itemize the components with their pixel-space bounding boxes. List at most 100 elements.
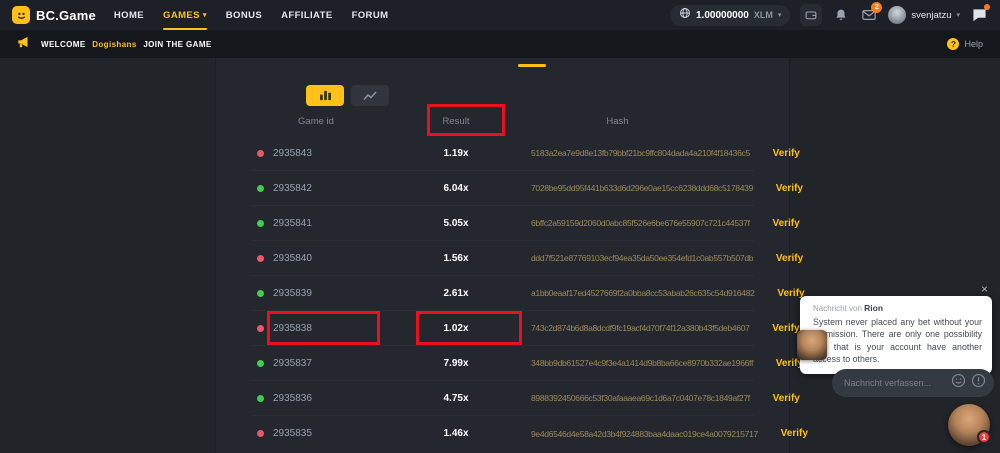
- header-result: Result: [381, 116, 531, 127]
- balance-selector[interactable]: 1.00000000 XLM ▾: [670, 5, 790, 26]
- chat-input-bar: [832, 369, 994, 397]
- result-value: 4.75x: [381, 393, 531, 404]
- main-nav: HOME GAMES▾ BONUS AFFILIATE FORUM: [114, 0, 388, 30]
- verify-button[interactable]: Verify: [753, 183, 803, 194]
- result-dot: [257, 255, 264, 262]
- result-dot: [257, 430, 264, 437]
- view-toggles: [306, 85, 389, 106]
- bets-table: Game id Result Hash 2935843 1.19x 5183a2…: [251, 106, 754, 453]
- table-row: 2935836 4.75x 8988392450666c53f30afaaaea…: [251, 381, 754, 416]
- trend-toggle[interactable]: [351, 85, 389, 106]
- user-menu[interactable]: svenjatzu ▾: [888, 6, 960, 24]
- table-header: Game id Result Hash: [251, 106, 754, 136]
- announcement-suffix: JOIN THE GAME: [143, 40, 211, 49]
- chevron-down-icon: ▾: [956, 11, 960, 19]
- announcement-text: WELCOME Dogishans JOIN THE GAME: [41, 40, 212, 49]
- game-id: 2935842: [273, 183, 312, 194]
- result-value: 6.04x: [381, 183, 531, 194]
- verify-button[interactable]: Verify: [758, 428, 808, 439]
- header-hash: Hash: [531, 116, 704, 127]
- chat-notification-dot: [984, 4, 990, 10]
- close-icon[interactable]: ×: [981, 283, 988, 295]
- avatar: [888, 6, 906, 24]
- result-value: 7.99x: [381, 358, 531, 369]
- nav-item-affiliate[interactable]: AFFILIATE: [281, 0, 332, 30]
- result-value: 2.61x: [381, 288, 531, 299]
- trend-line-icon: [363, 91, 377, 101]
- logo-icon: [12, 6, 30, 24]
- chat-toggle-icon[interactable]: [970, 6, 988, 24]
- table-row: 2935843 1.19x 5183a2ea7e9d8e13fb79bbf21b…: [251, 136, 754, 171]
- result-value: 1.19x: [381, 148, 531, 159]
- game-id: 2935840: [273, 253, 312, 264]
- info-icon[interactable]: [971, 373, 986, 393]
- table-row: 2935835 1.46x 9e4d6546d4e58a42d3b4f92488…: [251, 416, 754, 451]
- result-dot: [257, 220, 264, 227]
- table-body: 2935843 1.19x 5183a2ea7e9d8e13fb79bbf21b…: [251, 136, 754, 451]
- hash-value: a1bb0eaaf17ed4527669f2a0bba8cc53abab26c6…: [531, 288, 755, 298]
- announcement-username: Dogishans: [92, 40, 137, 49]
- nav-item-home[interactable]: HOME: [114, 0, 144, 30]
- mail-icon[interactable]: 2: [860, 6, 878, 24]
- table-row: 2935837 7.99x 348bb9db61527e4c9f3e4a1414…: [251, 346, 754, 381]
- hash-value: 743c2d874b6d8a8dcdf9fc19acf4d70f74f12a38…: [531, 323, 750, 333]
- chat-message-header: Nachricht von Rion: [813, 303, 982, 313]
- emoji-icon[interactable]: [951, 373, 966, 393]
- hash-value: ddd7f521e87769103ecf94ea35da50ee354efd1c…: [531, 253, 753, 263]
- hash-value: 6bffc2a59159d2060d0abc85f526e6be676e5590…: [531, 218, 750, 228]
- globe-icon: [679, 6, 691, 24]
- balance-amount: 1.00000000: [696, 10, 749, 21]
- table-row: 2935840 1.56x ddd7f521e87769103ecf94ea35…: [251, 241, 754, 276]
- verify-button[interactable]: Verify: [753, 358, 803, 369]
- main-panel: Game id Result Hash 2935843 1.19x 5183a2…: [215, 58, 790, 453]
- bell-icon[interactable]: [832, 6, 850, 24]
- my-bets-toggle[interactable]: [306, 85, 344, 106]
- table-row: 2935839 2.61x a1bb0eaaf17ed4527669f2a0bb…: [251, 276, 754, 311]
- game-id: 2935839: [273, 288, 312, 299]
- hash-value: 8988392450666c53f30afaaaea69c1d6a7c0407e…: [531, 393, 750, 403]
- nav-item-bonus[interactable]: BONUS: [226, 0, 262, 30]
- notification-badge: 2: [871, 2, 882, 13]
- result-value: 1.56x: [381, 253, 531, 264]
- result-dot: [257, 325, 264, 332]
- game-id: 2935836: [273, 393, 312, 404]
- result-dot: [257, 395, 264, 402]
- bar-chart-icon: [319, 90, 332, 101]
- result-value: 5.05x: [381, 218, 531, 229]
- result-value: 1.02x: [381, 323, 531, 334]
- logo-text: BC.Game: [36, 8, 96, 23]
- verify-button[interactable]: Verify: [750, 148, 800, 159]
- hash-value: 348bb9db61527e4c9f3e4a1414d9b8ba66ce8970…: [531, 358, 753, 368]
- game-id: 2935843: [273, 148, 312, 159]
- table-row: 2935842 6.04x 7028be95dd95f441b633d6d296…: [251, 171, 754, 206]
- balance-currency: XLM: [754, 10, 773, 20]
- nav-item-forum[interactable]: FORUM: [352, 0, 389, 30]
- verify-button[interactable]: Verify: [750, 393, 800, 404]
- chat-message-text: System never placed any bet without your…: [813, 316, 982, 366]
- chat-message-card: Nachricht von Rion System never placed a…: [800, 296, 992, 374]
- verify-button[interactable]: Verify: [753, 253, 803, 264]
- table-row: 2935838 1.02x 743c2d874b6d8a8dcdf9fc19ac…: [251, 311, 754, 346]
- nav-item-games[interactable]: GAMES▾: [163, 0, 207, 30]
- verify-button[interactable]: Verify: [750, 323, 800, 334]
- logo[interactable]: BC.Game: [12, 6, 96, 24]
- announcement-bar: WELCOME Dogishans JOIN THE GAME ? Help: [0, 30, 1000, 58]
- game-id: 2935835: [273, 428, 312, 439]
- chat-message-input[interactable]: [844, 378, 946, 388]
- result-dot: [257, 185, 264, 192]
- help-button[interactable]: ? Help: [947, 38, 983, 50]
- game-id: 2935841: [273, 218, 312, 229]
- hash-value: 9e4d6546d4e58a42d3b4f924883baa4daac019ce…: [531, 429, 758, 439]
- result-dot: [257, 360, 264, 367]
- wallet-button[interactable]: [800, 4, 822, 26]
- verify-button[interactable]: Verify: [750, 218, 800, 229]
- table-row: 2935841 5.05x 6bffc2a59159d2060d0abc85f5…: [251, 206, 754, 241]
- verify-button[interactable]: Verify: [755, 288, 805, 299]
- chevron-down-icon: ▾: [778, 11, 782, 19]
- chat-unread-badge: 1: [977, 430, 991, 444]
- chat-sender-name: Rion: [864, 303, 883, 313]
- help-icon: ?: [947, 38, 959, 50]
- username: svenjatzu: [911, 10, 951, 21]
- chevron-down-icon: ▾: [203, 11, 207, 19]
- result-dot: [257, 150, 264, 157]
